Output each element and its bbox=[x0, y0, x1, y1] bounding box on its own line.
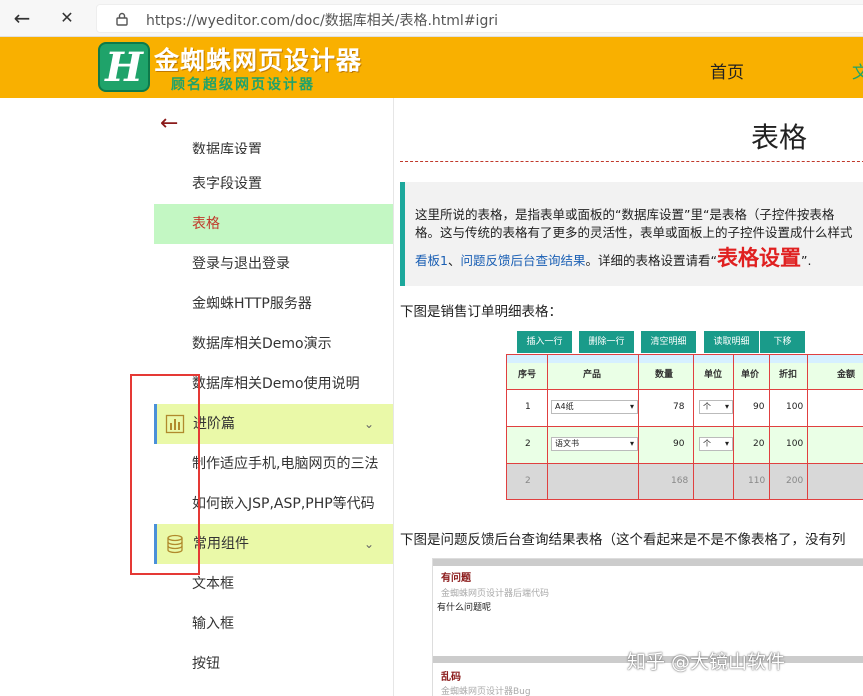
sales-table: 序号 产品 数量 单位 单价 折扣 金额 1 A4纸 ▾ 78 个 ▾ 90 100… bbox=[506, 354, 863, 500]
sidebar-item-login[interactable]: 登录与退出登录 bbox=[154, 244, 393, 284]
table-cell: 100 bbox=[786, 439, 804, 449]
sidebar-item-http-server[interactable]: 金蜘蛛HTTP服务器 bbox=[154, 284, 393, 324]
feedback-results-panel: 有问题 金蜘蛛网页设计器后端代码 有什么问题呢 乱码 金蜘蛛网页设计器Bug bbox=[432, 558, 863, 696]
table-rule bbox=[693, 355, 694, 499]
link-table-settings[interactable]: 表格设置 bbox=[717, 246, 801, 270]
column-header: 单位 bbox=[704, 370, 723, 380]
logo-subtitle: 顾名超级网页设计器 bbox=[171, 77, 315, 93]
unit-select-value: 个 bbox=[703, 402, 711, 411]
notice-text: 格。这与传统的表格有了更多的灵活性，表单或面板上的子控件设置成什么样式 bbox=[415, 225, 853, 240]
column-header: 折扣 bbox=[779, 370, 798, 380]
logo-letter: H bbox=[105, 44, 143, 91]
table-rule bbox=[507, 426, 863, 427]
table-cell: 20 bbox=[753, 439, 765, 449]
main-content: 表格 这里所说的表格，是指表单或面板的“数据库设置”里“是表格（子控件按表格 格… bbox=[395, 98, 863, 696]
table-cell: 78 bbox=[673, 402, 685, 412]
sidebar-item-field-settings[interactable]: 表字段设置 bbox=[154, 164, 393, 204]
chevron-down-icon[interactable]: ⌄ bbox=[364, 524, 374, 564]
table-rule bbox=[507, 389, 863, 390]
chevron-down-icon[interactable]: ⌄ bbox=[364, 404, 374, 444]
load-detail-button[interactable]: 读取明细 bbox=[704, 331, 759, 353]
site-header: H 金蜘蛛网页设计器 顾名超级网页设计器 首页 文 bbox=[0, 37, 863, 98]
table-cell: 2 bbox=[525, 439, 531, 449]
logo-title[interactable]: 金蜘蛛网页设计器 bbox=[154, 41, 362, 77]
unit-select[interactable]: 个 ▾ bbox=[699, 400, 733, 414]
back-arrow-icon[interactable]: ← bbox=[160, 113, 178, 135]
address-bar[interactable]: https://wyeditor.com/doc/数据库相关/表格.html#i… bbox=[96, 4, 863, 33]
move-down-button[interactable]: 下移 bbox=[760, 331, 805, 353]
notice-box: 这里所说的表格，是指表单或面板的“数据库设置”里“是表格（子控件按表格 格。这与… bbox=[400, 182, 863, 286]
back-icon[interactable]: ← bbox=[10, 7, 34, 29]
sidebar-item-label: 数据库设置 bbox=[192, 142, 262, 154]
feedback-text: 有什么问题呢 bbox=[437, 603, 492, 613]
lock-icon bbox=[116, 12, 128, 26]
feedback-subtitle: 金蜘蛛网页设计器后端代码 bbox=[441, 589, 550, 599]
table-cell: 90 bbox=[753, 402, 765, 412]
product-select[interactable]: 语文书 ▾ bbox=[551, 437, 638, 451]
sidebar-item-button[interactable]: 按钮 bbox=[154, 644, 393, 684]
notice-text: 这里所说的表格，是指表单或面板的“数据库设置”里“是表格（子控件按表格 bbox=[415, 207, 835, 222]
highlight-box bbox=[130, 374, 200, 575]
sidebar: ← 数据库设置 表字段设置 表格 登录与退出登录 金蜘蛛HTTP服务器 数据库相… bbox=[0, 98, 394, 696]
table-cell: 110 bbox=[748, 476, 766, 486]
page-title: 表格 bbox=[751, 121, 808, 154]
sidebar-group-label: 常用组件 bbox=[193, 536, 249, 552]
column-header: 序号 bbox=[518, 370, 537, 380]
table-cell: 168 bbox=[671, 476, 689, 486]
product-select[interactable]: A4纸 ▾ bbox=[551, 400, 638, 414]
table-rule bbox=[638, 355, 639, 499]
paragraph-sales: 下图是销售订单明细表格： bbox=[400, 304, 562, 320]
close-icon[interactable]: ✕ bbox=[55, 7, 79, 29]
feedback-subtitle: 金蜘蛛网页设计器Bug bbox=[441, 687, 531, 696]
table-rule bbox=[807, 355, 808, 499]
clear-detail-button[interactable]: 清空明细 bbox=[641, 331, 696, 353]
table-rule bbox=[547, 355, 548, 499]
paragraph-feedback: 下图是问题反馈后台查询结果表格（这个看起来是不是不像表格了，没有列 bbox=[400, 532, 846, 548]
column-header: 产品 bbox=[583, 370, 602, 380]
sidebar-item-table[interactable]: 表格 bbox=[154, 204, 393, 244]
panel-divider bbox=[433, 559, 863, 566]
table-rule bbox=[507, 463, 863, 464]
table-cell: 200 bbox=[786, 476, 804, 486]
delete-row-button[interactable]: 删除一行 bbox=[579, 331, 634, 353]
browser-toolbar: ← ✕ https://wyeditor.com/doc/数据库相关/表格.ht… bbox=[0, 0, 863, 37]
notice-text: ”. bbox=[800, 253, 812, 268]
table-rule bbox=[733, 355, 734, 499]
sidebar-item-demo[interactable]: 数据库相关Demo演示 bbox=[154, 324, 393, 364]
column-header: 单价 bbox=[741, 370, 760, 380]
table-rule bbox=[769, 355, 770, 499]
table-cell: 1 bbox=[525, 402, 531, 412]
table-header-top bbox=[507, 355, 863, 363]
feedback-title: 有问题 bbox=[441, 573, 471, 584]
nav-home[interactable]: 首页 bbox=[710, 58, 744, 83]
sidebar-item-db-settings[interactable]: 数据库设置 bbox=[154, 134, 393, 154]
url-text[interactable]: https://wyeditor.com/doc/数据库相关/表格.html#i… bbox=[146, 10, 498, 30]
notice-text: 。详细的表格设置请看“ bbox=[585, 253, 717, 268]
logo[interactable]: H bbox=[98, 42, 150, 92]
table-cell: 90 bbox=[673, 439, 685, 449]
column-header: 金额 bbox=[837, 370, 856, 380]
notice-links-line: 看板1、问题反馈后台查询结果。详细的表格设置请看“表格设置”. bbox=[415, 242, 811, 272]
watermark: 知乎 @大镜山软件 bbox=[627, 651, 786, 673]
table-cell: 100 bbox=[786, 402, 804, 412]
table-cell: 2 bbox=[525, 476, 531, 486]
insert-row-button[interactable]: 插入一行 bbox=[517, 331, 572, 353]
unit-select-value: 个 bbox=[703, 439, 711, 448]
feedback-title: 乱码 bbox=[441, 672, 461, 683]
title-divider bbox=[400, 161, 863, 162]
notice-sep: 、 bbox=[447, 253, 461, 268]
unit-select[interactable]: 个 ▾ bbox=[699, 437, 733, 451]
column-header: 数量 bbox=[655, 370, 674, 380]
link-kanban[interactable]: 看板1 bbox=[415, 253, 448, 268]
product-select-value: A4纸 bbox=[555, 402, 574, 411]
product-select-value: 语文书 bbox=[555, 439, 579, 448]
sidebar-item-input[interactable]: 输入框 bbox=[154, 604, 393, 644]
link-feedback-results[interactable]: 问题反馈后台查询结果 bbox=[460, 253, 585, 268]
nav-docs[interactable]: 文 bbox=[852, 58, 863, 83]
